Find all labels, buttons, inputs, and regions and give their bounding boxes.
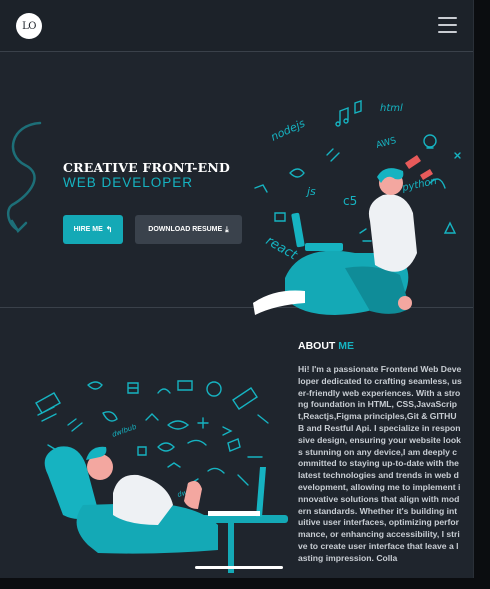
doodle-word: python [400, 176, 437, 194]
logo[interactable]: LO [16, 13, 42, 39]
svg-text:dwlbub: dwlbub [111, 422, 138, 438]
hire-me-label: HIRE ME [73, 226, 103, 233]
doodle-word: c5 [343, 194, 357, 208]
navbar: LO [0, 0, 473, 52]
hire-me-button[interactable]: HIRE ME ↰ [63, 215, 123, 244]
doodle-word: react [263, 233, 300, 263]
about-title-accent: ME [338, 340, 354, 352]
doodle-word: AWS [375, 136, 397, 151]
download-resume-button[interactable]: DOWNLOAD RESUME ⤓ [135, 215, 242, 244]
hero-title-line2: WEB DEVELOPER [63, 175, 194, 190]
about-title: ABOUT ME [298, 340, 354, 352]
logo-text: LO [22, 20, 36, 32]
download-icon: ⤓ [225, 224, 229, 234]
developer-illustration: html nodejs AWS python js c5 react [253, 100, 461, 315]
about-body-text: Hi! I'm a passionate Frontend Web Develo… [298, 364, 462, 563]
doodle-word: nodejs [269, 117, 308, 144]
download-resume-label: DOWNLOAD RESUME [148, 226, 223, 233]
doodle-word: js [305, 185, 316, 198]
portfolio-page: LO CREATIVE FRONT-END WEB DEVELOPER HIRE… [0, 0, 474, 578]
hero-section: CREATIVE FRONT-END WEB DEVELOPER HIRE ME… [0, 53, 473, 315]
hero-title-line1: CREATIVE FRONT-END [63, 160, 230, 175]
hamburger-menu-icon[interactable] [438, 17, 457, 33]
swirl-arrow-icon [6, 121, 42, 234]
doodle-word: html [380, 103, 403, 114]
reply-arrow-icon: ↰ [105, 225, 113, 234]
relaxing-developer-illustration: dwlbub dwlbub [35, 380, 288, 573]
scroll-indicator[interactable] [195, 566, 283, 569]
about-title-main: ABOUT [298, 340, 339, 352]
